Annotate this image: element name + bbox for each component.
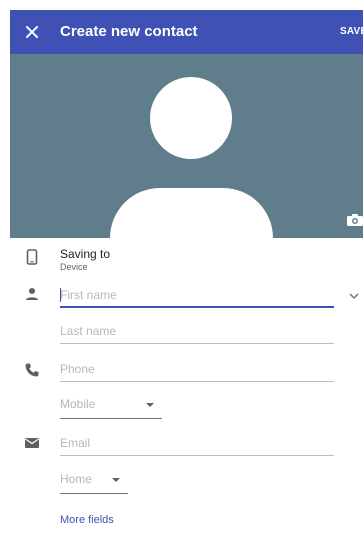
page-title: Create new contact <box>60 23 198 40</box>
dropdown-arrow-icon <box>146 403 154 407</box>
first-name-field[interactable] <box>60 284 334 308</box>
first-name-underline <box>60 306 334 308</box>
email-field[interactable] <box>60 432 334 456</box>
last-name-input[interactable] <box>60 320 334 342</box>
more-fields-button[interactable]: More fields <box>60 514 114 526</box>
phone-underline <box>60 381 334 382</box>
phone-device-icon <box>26 249 38 265</box>
saving-to-row[interactable]: Saving to Device <box>10 247 363 273</box>
avatar-shoulders <box>110 188 273 238</box>
last-name-underline <box>60 343 334 344</box>
email-icon <box>25 438 39 448</box>
email-type-underline <box>60 493 128 494</box>
dropdown-arrow-icon <box>112 478 120 482</box>
text-cursor <box>60 288 61 302</box>
save-button[interactable]: SAVE <box>340 26 363 37</box>
email-type-dropdown[interactable]: Home <box>60 470 128 494</box>
avatar-head <box>150 77 232 159</box>
phone-type-underline <box>60 418 162 419</box>
camera-icon[interactable] <box>347 214 363 226</box>
contact-photo-area[interactable] <box>10 54 363 238</box>
close-icon[interactable] <box>22 22 42 42</box>
phone-icon <box>25 363 39 377</box>
person-icon <box>26 288 38 300</box>
create-contact-screen: Create new contact SAVE Saving to Device <box>10 10 363 535</box>
last-name-field[interactable] <box>60 320 334 344</box>
saving-to-account: Device <box>60 262 88 272</box>
phone-input[interactable] <box>60 358 334 380</box>
saving-to-title: Saving to <box>60 247 111 261</box>
app-bar: Create new contact SAVE <box>10 10 363 54</box>
phone-type-value: Mobile <box>60 397 96 411</box>
email-input[interactable] <box>60 432 334 454</box>
email-type-value: Home <box>60 472 93 486</box>
phone-field[interactable] <box>60 358 334 382</box>
phone-type-dropdown[interactable]: Mobile <box>60 395 162 419</box>
chevron-down-icon[interactable] <box>349 292 359 300</box>
first-name-input[interactable] <box>60 284 334 306</box>
email-underline <box>60 455 334 456</box>
